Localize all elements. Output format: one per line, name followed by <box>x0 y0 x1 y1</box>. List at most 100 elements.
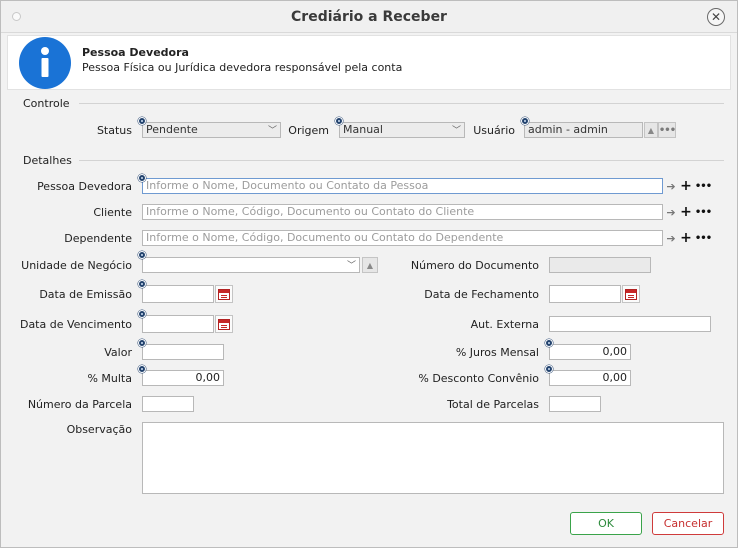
required-marker-icon <box>138 174 146 182</box>
window-title: Crediário a Receber <box>291 9 447 25</box>
data-vencimento-calendar-button[interactable] <box>215 315 233 333</box>
required-marker-icon <box>521 117 529 125</box>
total-parcelas-label: Total de Parcelas <box>447 398 539 411</box>
chevron-down-icon: ﹀ <box>267 126 277 136</box>
arrow-right-icon: ➔ <box>666 205 676 219</box>
data-emissao-label: Data de Emissão <box>39 288 132 301</box>
more-dots-icon: ••• <box>694 206 712 218</box>
usuario-more-button[interactable]: ••• <box>658 122 676 138</box>
info-title: Pessoa Devedora <box>82 46 189 59</box>
dependente-input[interactable]: Informe o Nome, Código, Documento ou Con… <box>142 230 663 246</box>
calendar-icon <box>218 318 230 330</box>
required-marker-icon <box>138 310 146 318</box>
usuario-up-button[interactable]: ▲ <box>644 122 658 138</box>
plus-icon: + <box>680 204 692 220</box>
required-marker-icon <box>138 117 146 125</box>
info-panel: Pessoa Devedora Pessoa Física ou Jurídic… <box>7 35 731 90</box>
pessoa-devedora-input[interactable]: Informe o Nome, Documento ou Contato da … <box>142 178 663 194</box>
required-marker-icon <box>335 117 343 125</box>
observacao-textarea[interactable] <box>142 422 724 494</box>
pessoa-go-button[interactable]: ➔ <box>664 178 678 194</box>
required-marker-icon <box>545 365 553 373</box>
plus-icon: + <box>680 178 692 194</box>
info-glyph <box>41 47 49 77</box>
required-marker-icon <box>138 365 146 373</box>
more-dots-icon: ••• <box>694 180 712 192</box>
required-marker-icon <box>545 339 553 347</box>
cancel-button[interactable]: Cancelar <box>652 512 724 535</box>
numero-documento-label: Número do Documento <box>410 259 539 272</box>
desconto-convenio-label: % Desconto Convênio <box>418 372 539 385</box>
section-divider <box>79 160 724 161</box>
cliente-more-button[interactable]: ••• <box>694 204 712 220</box>
data-fechamento-label: Data de Fechamento <box>424 288 539 301</box>
more-dots-icon: ••• <box>694 232 712 244</box>
arrow-up-icon: ▲ <box>366 260 374 270</box>
title-bar: Crediário a Receber ✕ <box>1 1 737 33</box>
info-icon <box>19 37 71 89</box>
close-icon: ✕ <box>710 10 722 24</box>
arrow-up-icon: ▲ <box>647 125 655 135</box>
close-button[interactable]: ✕ <box>707 8 725 26</box>
cliente-add-button[interactable]: + <box>679 204 693 220</box>
pessoa-more-button[interactable]: ••• <box>694 178 712 194</box>
required-marker-icon <box>138 251 146 259</box>
status-value: Pendente <box>146 123 198 136</box>
dependente-add-button[interactable]: + <box>679 230 693 246</box>
origem-select[interactable]: Manual ﹀ <box>339 122 465 138</box>
data-fechamento-calendar-button[interactable] <box>622 285 640 303</box>
cliente-label: Cliente <box>93 206 132 219</box>
required-marker-icon <box>138 280 146 288</box>
plus-icon: + <box>680 230 692 246</box>
numero-parcela-input[interactable] <box>142 396 194 412</box>
numero-parcela-label: Número da Parcela <box>27 398 132 411</box>
total-parcelas-input[interactable] <box>549 396 601 412</box>
usuario-label: Usuário <box>473 124 515 137</box>
origem-label: Origem <box>288 124 329 137</box>
calendar-icon <box>218 288 230 300</box>
chevron-down-icon: ﹀ <box>451 126 461 136</box>
dialog-window: Crediário a Receber ✕ Pessoa Devedora Pe… <box>0 0 738 548</box>
valor-label: Valor <box>104 346 132 359</box>
unidade-negocio-select[interactable]: ﹀ <box>142 257 360 273</box>
desconto-convenio-input[interactable]: 0,00 <box>549 370 631 386</box>
data-emissao-calendar-button[interactable] <box>215 285 233 303</box>
calendar-icon <box>625 288 637 300</box>
data-vencimento-input[interactable] <box>142 315 214 333</box>
juros-mensal-input[interactable]: 0,00 <box>549 344 631 360</box>
origem-value: Manual <box>343 123 383 136</box>
cliente-go-button[interactable]: ➔ <box>664 204 678 220</box>
dependente-more-button[interactable]: ••• <box>694 230 712 246</box>
chevron-down-icon: ﹀ <box>346 261 356 271</box>
cliente-input[interactable]: Informe o Nome, Código, Documento ou Con… <box>142 204 663 220</box>
dependente-label: Dependente <box>64 232 132 245</box>
section-title-detalhes: Detalhes <box>23 154 72 167</box>
juros-mensal-label: % Juros Mensal <box>455 346 539 359</box>
status-select[interactable]: Pendente ﹀ <box>142 122 281 138</box>
section-title-controle: Controle <box>23 97 70 110</box>
data-emissao-input[interactable] <box>142 285 214 303</box>
observacao-label: Observação <box>66 423 132 436</box>
section-divider <box>79 103 724 104</box>
pessoa-devedora-label: Pessoa Devedora <box>37 180 132 193</box>
numero-documento-input[interactable] <box>549 257 651 273</box>
usuario-field[interactable]: admin - admin <box>524 122 643 138</box>
pessoa-add-button[interactable]: + <box>679 178 693 194</box>
info-description: Pessoa Física ou Jurídica devedora respo… <box>82 61 403 74</box>
multa-label: % Multa <box>87 372 132 385</box>
arrow-right-icon: ➔ <box>666 231 676 245</box>
dependente-go-button[interactable]: ➔ <box>664 230 678 246</box>
more-dots-icon: ••• <box>658 124 676 136</box>
status-label: Status <box>96 124 132 137</box>
required-marker-icon <box>138 339 146 347</box>
data-fechamento-input[interactable] <box>549 285 621 303</box>
data-vencimento-label: Data de Vencimento <box>19 318 132 331</box>
valor-input[interactable] <box>142 344 224 360</box>
aut-externa-input[interactable] <box>549 316 711 332</box>
aut-externa-label: Aut. Externa <box>470 318 539 331</box>
unidade-negocio-label: Unidade de Negócio <box>21 259 132 272</box>
ok-button[interactable]: OK <box>570 512 642 535</box>
unidade-up-button[interactable]: ▲ <box>362 257 378 273</box>
arrow-right-icon: ➔ <box>666 179 676 193</box>
multa-input[interactable]: 0,00 <box>142 370 224 386</box>
